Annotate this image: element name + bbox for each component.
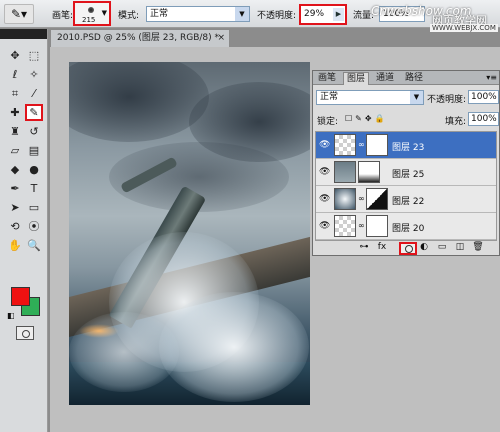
layer-row[interactable]: 👁 ∞ 图层 20	[316, 213, 496, 240]
magic-wand-icon[interactable]: ✧	[25, 66, 43, 83]
blend-mode-value: 正常	[320, 92, 339, 102]
layer-opacity-field[interactable]: 100%	[468, 90, 499, 104]
layer-mask-thumbnail[interactable]	[366, 134, 388, 156]
mode-select[interactable]: 正常 ▼	[146, 6, 250, 22]
toolbox: ✥ ⬚ ℓ ✧ ⌗ ⁄ ✚ ✎ ♜ ↺ ▱ ▤ ◆ ● ✒ T ➤ ▭ ⟲ ⦿ ✋ 🔍 ◧	[0, 29, 48, 432]
layers-panel: 画笔 图层 通道 路径 ▾≡ 正常 ▼ 不透明度: 100% 锁定: ☐✎✥🔒 …	[312, 70, 500, 256]
layer-row[interactable]: 👁 图层 25	[316, 159, 496, 186]
fx-icon[interactable]: fx	[375, 242, 389, 252]
adjustment-icon[interactable]: ◐	[417, 242, 431, 252]
foreground-color-swatch[interactable]	[11, 287, 30, 306]
layer-thumbnail	[334, 134, 356, 156]
link-icon[interactable]: ⊶	[357, 242, 371, 252]
layer-mask-thumbnail[interactable]	[366, 188, 388, 210]
path-select-icon[interactable]: ➤	[6, 199, 24, 216]
mode-value: 正常	[150, 9, 169, 19]
chevron-down-icon: ▼	[235, 7, 249, 21]
tool-grid: ✥ ⬚ ℓ ✧ ⌗ ⁄ ✚ ✎ ♜ ↺ ▱ ▤ ◆ ● ✒ T ➤ ▭ ⟲ ⦿ ✋ 🔍	[6, 47, 44, 254]
layer-actions: ⊶ fx ◐ ▭ ◫ 🗑	[357, 242, 497, 256]
eye-icon[interactable]: 👁	[319, 140, 330, 150]
toolbox-grip[interactable]	[0, 29, 47, 39]
brush-size: 215	[82, 16, 96, 24]
mode-label: 模式:	[118, 11, 140, 21]
brush-tip-icon	[88, 7, 94, 13]
link-icon: ∞	[358, 194, 365, 203]
layer-thumbnail	[334, 161, 356, 183]
pen-icon[interactable]: ✒	[6, 180, 24, 197]
image-canvas[interactable]	[69, 62, 310, 405]
layer-opacity-label: 不透明度:	[427, 95, 467, 105]
zoom-icon[interactable]: 🔍	[25, 237, 43, 254]
tab-channels[interactable]: 通道	[373, 72, 397, 85]
eye-icon[interactable]: 👁	[319, 221, 330, 231]
layer-name: 图层 20	[392, 224, 425, 234]
chevron-right-icon[interactable]: ▶	[333, 8, 344, 21]
brush-preset-picker[interactable]: 215 ▼	[73, 1, 111, 26]
trash-icon[interactable]: 🗑	[471, 242, 485, 252]
group-icon[interactable]: ▭	[435, 242, 449, 252]
new-layer-icon[interactable]: ◫	[453, 242, 467, 252]
layer-row[interactable]: 👁 ∞ 图层 23	[316, 132, 496, 159]
3d-camera-icon[interactable]: ⦿	[25, 218, 43, 235]
hand-icon[interactable]: ✋	[6, 237, 24, 254]
brush-label: 画笔:	[52, 11, 74, 21]
shape-icon[interactable]: ▭	[25, 199, 43, 216]
lasso-icon[interactable]: ℓ	[6, 66, 24, 83]
layer-name: 图层 23	[392, 143, 425, 153]
dodge-icon[interactable]: ●	[25, 161, 43, 178]
layers-list: 👁 ∞ 图层 23 👁 图层 25 👁 ∞ 图层 22 👁 ∞ 图层 20	[315, 131, 497, 241]
panel-tabs: 画笔 图层 通道 路径 ▾≡	[313, 71, 499, 85]
add-mask-icon[interactable]	[399, 242, 417, 255]
eye-icon[interactable]: 👁	[319, 167, 330, 177]
blur-icon[interactable]: ◆	[6, 161, 24, 178]
brush-icon[interactable]: ✎▾	[4, 4, 34, 24]
tab-paths[interactable]: 路径	[402, 72, 426, 85]
default-colors-icon[interactable]: ◧	[7, 311, 15, 320]
opacity-label: 不透明度:	[257, 11, 297, 21]
layer-name: 图层 22	[392, 197, 425, 207]
tidal-wave	[159, 292, 309, 402]
eyedropper-icon[interactable]: ⁄	[25, 85, 43, 102]
link-icon: ∞	[358, 221, 365, 230]
chevron-down-icon: ▼	[410, 91, 423, 104]
crop-icon[interactable]: ⌗	[6, 85, 24, 102]
close-icon[interactable]: ×	[217, 30, 225, 47]
healing-icon[interactable]: ✚	[6, 104, 24, 121]
tab-layers[interactable]: 图层	[343, 72, 370, 85]
opacity-field[interactable]: 29% ▶	[299, 4, 347, 25]
lock-icons[interactable]: ☐✎✥🔒	[345, 114, 388, 123]
layer-name: 图层 25	[392, 170, 425, 180]
document-title: 2010.PSD @ 25% (图层 23, RGB/8) *	[57, 33, 220, 43]
layer-thumbnail	[334, 215, 356, 237]
storm-cloud	[69, 62, 209, 142]
eraser-icon[interactable]: ▱	[6, 142, 24, 159]
layer-mask-thumbnail[interactable]	[358, 161, 380, 183]
chevron-down-icon: ▼	[101, 9, 107, 17]
move-icon[interactable]: ✥	[6, 47, 24, 64]
blend-mode-select[interactable]: 正常 ▼	[316, 90, 424, 105]
3d-rotate-icon[interactable]: ⟲	[6, 218, 24, 235]
tidal-wave	[69, 312, 179, 392]
eye-icon[interactable]: 👁	[319, 194, 330, 204]
quick-mask-icon[interactable]	[16, 326, 34, 340]
marquee-icon[interactable]: ⬚	[25, 47, 43, 64]
tab-brushes[interactable]: 画笔	[315, 72, 339, 85]
link-icon: ∞	[358, 140, 365, 149]
options-bar: ✎▾ 画笔: 215 ▼ 模式: 正常 ▼ 不透明度: 29% ▶ 流量: 10…	[0, 0, 500, 32]
gradient-icon[interactable]: ▤	[25, 142, 43, 159]
fill-field[interactable]: 100%	[468, 112, 499, 126]
layer-mask-thumbnail[interactable]	[366, 215, 388, 237]
brush-icon[interactable]: ✎	[25, 104, 43, 121]
type-icon[interactable]: T	[25, 180, 43, 197]
watermark-url: WWW.WEBJX.COM	[430, 24, 498, 32]
stamp-icon[interactable]: ♜	[6, 123, 24, 140]
lock-label: 锁定:	[317, 117, 339, 127]
layer-row[interactable]: 👁 ∞ 图层 22	[316, 186, 496, 213]
fill-label: 填充:	[445, 117, 467, 127]
opacity-value: 29%	[304, 9, 325, 19]
history-brush-icon[interactable]: ↺	[25, 123, 43, 140]
document-tab[interactable]: 2010.PSD @ 25% (图层 23, RGB/8) * ×	[50, 29, 230, 47]
layer-thumbnail	[334, 188, 356, 210]
panel-menu-icon[interactable]: ▾≡	[486, 73, 497, 82]
